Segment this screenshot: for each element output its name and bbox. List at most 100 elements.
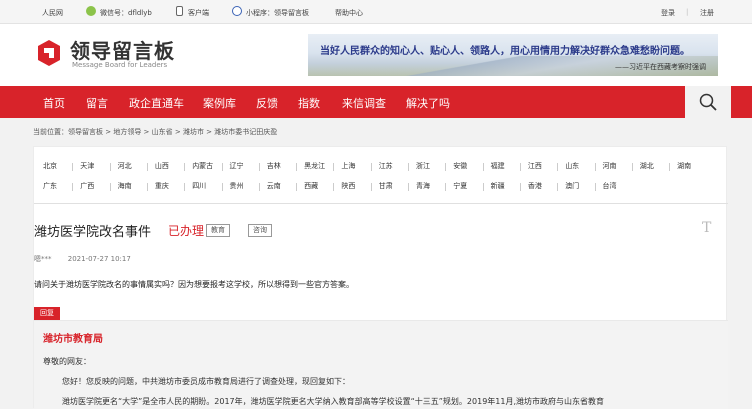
region-item[interactable]: 广西 xyxy=(80,181,94,191)
breadcrumb-current[interactable]: 潍坊市委书记田庆盈 xyxy=(214,128,277,136)
region-item[interactable]: 福建 xyxy=(491,161,505,171)
region-separator xyxy=(258,183,260,191)
region-separator xyxy=(482,163,484,171)
region-separator xyxy=(221,163,223,171)
reply-line-2: 潍坊医学院更名“大学”是全市人民的期盼。2017年，潍坊医学院更名大学纳入教育部… xyxy=(62,397,605,406)
region-item[interactable]: 重庆 xyxy=(155,181,169,191)
miniapp-icon xyxy=(232,6,242,16)
region-item[interactable]: 山东 xyxy=(565,161,579,171)
region-item[interactable]: 浙江 xyxy=(416,161,430,171)
nav-item-solved[interactable]: 解决了吗 xyxy=(406,95,450,111)
region-item[interactable]: 新疆 xyxy=(491,181,505,191)
region-item[interactable]: 北京 xyxy=(43,161,57,171)
nav-item-home[interactable]: 首页 xyxy=(43,95,65,111)
banner-image: 当好人民群众的知心人、贴心人、领路人，用心用情用力解决好群众急难愁盼问题。 ——… xyxy=(308,34,718,76)
region-item[interactable]: 云南 xyxy=(267,181,281,191)
phone-icon xyxy=(176,6,183,16)
content-card: 北京 天津 河北 山西 内蒙古 辽宁 吉林 黑龙江 上海 江苏 浙江 安徽 福建 江西 山东 河南 湖北 湖南 广… xyxy=(33,146,728,409)
font-size-icon[interactable]: T xyxy=(702,220,711,236)
register-link[interactable]: 注册 xyxy=(700,8,714,18)
region-separator xyxy=(333,163,335,171)
main-nav: 首页 留言 政企直通车 案例库 反馈 指数 来信调查 解决了吗 xyxy=(0,86,752,118)
region-separator xyxy=(519,163,521,171)
region-item[interactable]: 山西 xyxy=(155,161,169,171)
reply-greeting: 尊敬的网友： xyxy=(43,357,91,366)
nav-item-survey[interactable]: 来信调查 xyxy=(342,95,386,111)
reply-box: 潍坊市教育局 尊敬的网友： 您好！您反映的问题，中共潍坊市委员成市教育局进行了调… xyxy=(34,320,728,409)
region-item[interactable]: 陕西 xyxy=(341,181,355,191)
logo-title[interactable]: 领导留言板 xyxy=(70,35,175,64)
region-separator xyxy=(557,183,559,191)
message-meta: 嗯*** 2021-07-27 10:17 xyxy=(34,254,131,264)
region-separator xyxy=(258,163,260,171)
region-separator xyxy=(445,183,447,191)
search-button[interactable] xyxy=(685,86,731,118)
region-separator xyxy=(184,163,186,171)
region-item[interactable]: 宁夏 xyxy=(453,181,467,191)
client-link[interactable]: 客户端 xyxy=(188,8,209,18)
region-item[interactable]: 湖南 xyxy=(677,161,691,171)
region-item[interactable]: 河北 xyxy=(118,161,132,171)
breadcrumb-path[interactable]: 当前位置：领导留言板 > 地方领导 > 山东省 > 潍坊市 > xyxy=(33,128,214,136)
region-separator xyxy=(519,183,521,191)
region-item[interactable]: 海南 xyxy=(118,181,132,191)
region-separator xyxy=(408,183,409,191)
region-item[interactable]: 香港 xyxy=(528,181,542,191)
help-link[interactable]: 帮助中心 xyxy=(335,8,363,18)
tag-consult[interactable]: 咨询 xyxy=(248,224,272,237)
region-separator xyxy=(370,163,372,171)
region-item[interactable]: 河南 xyxy=(603,161,617,171)
region-separator xyxy=(109,163,111,171)
region-item[interactable]: 广东 xyxy=(43,181,57,191)
region-row-1: 北京 天津 河北 山西 内蒙古 辽宁 吉林 黑龙江 上海 江苏 浙江 安徽 福建 江西 山东 河南 湖北 湖南 xyxy=(34,161,728,175)
region-separator xyxy=(669,163,671,171)
region-item[interactable]: 甘肃 xyxy=(379,181,393,191)
region-item[interactable]: 安徽 xyxy=(453,161,467,171)
region-item[interactable]: 澳门 xyxy=(565,181,579,191)
region-item[interactable]: 江西 xyxy=(528,161,542,171)
region-separator xyxy=(72,163,74,171)
region-separator xyxy=(482,183,484,191)
region-item[interactable]: 台湾 xyxy=(603,181,617,191)
status-badge: 已办理 xyxy=(168,224,205,238)
region-separator xyxy=(146,163,148,171)
region-item[interactable]: 贵州 xyxy=(230,181,244,191)
region-item[interactable]: 湖北 xyxy=(640,161,654,171)
logo-mark-icon[interactable] xyxy=(35,39,63,67)
region-separator xyxy=(445,163,447,171)
region-item[interactable]: 吉林 xyxy=(267,161,281,171)
site-link[interactable]: 人民网 xyxy=(42,8,63,18)
nav-item-enterprise[interactable]: 政企直通车 xyxy=(129,95,184,111)
region-separator xyxy=(146,183,148,191)
region-separator xyxy=(333,183,335,191)
login-link[interactable]: 登录 xyxy=(661,8,675,18)
region-item[interactable]: 青海 xyxy=(416,181,430,191)
region-item[interactable]: 内蒙古 xyxy=(192,161,213,171)
region-item[interactable]: 四川 xyxy=(192,181,206,191)
region-separator xyxy=(184,183,186,191)
nav-item-index[interactable]: 指数 xyxy=(298,95,320,111)
nav-item-feedback[interactable]: 反馈 xyxy=(256,95,278,111)
tag-education[interactable]: 教育 xyxy=(206,224,230,237)
region-item[interactable]: 上海 xyxy=(341,161,355,171)
region-separator xyxy=(296,183,298,191)
region-item[interactable]: 天津 xyxy=(80,161,94,171)
wechat-icon xyxy=(86,6,96,16)
reply-badge: 回复 xyxy=(34,307,60,320)
region-item[interactable]: 江苏 xyxy=(379,161,393,171)
message-time: 2021-07-27 10:17 xyxy=(67,255,131,263)
region-item[interactable]: 辽宁 xyxy=(230,161,244,171)
nav-item-cases[interactable]: 案例库 xyxy=(203,95,236,111)
miniapp-link[interactable]: 小程序：领导留言板 xyxy=(246,8,309,18)
region-item[interactable]: 黑龙江 xyxy=(304,161,325,171)
search-icon xyxy=(699,93,717,111)
site-header: 领导留言板 Message Board for Leaders 当好人民群众的知… xyxy=(0,24,752,86)
region-item[interactable]: 西藏 xyxy=(304,181,318,191)
banner-quote: 当好人民群众的知心人、贴心人、领路人，用心用情用力解决好群众急难愁盼问题。 xyxy=(320,46,690,57)
nav-item-message[interactable]: 留言 xyxy=(86,95,108,111)
topbar-separator: | xyxy=(686,8,689,16)
message-question: 请问关于潍坊医学院改名的事情属实吗？因为想要报考这学校，所以想得到一些官方答案。 xyxy=(34,280,354,289)
breadcrumb: 当前位置：领导留言板 > 地方领导 > 山东省 > 潍坊市 > 潍坊市委书记田庆… xyxy=(33,127,277,137)
logo-subtitle: Message Board for Leaders xyxy=(72,61,168,69)
region-separator xyxy=(221,183,223,191)
